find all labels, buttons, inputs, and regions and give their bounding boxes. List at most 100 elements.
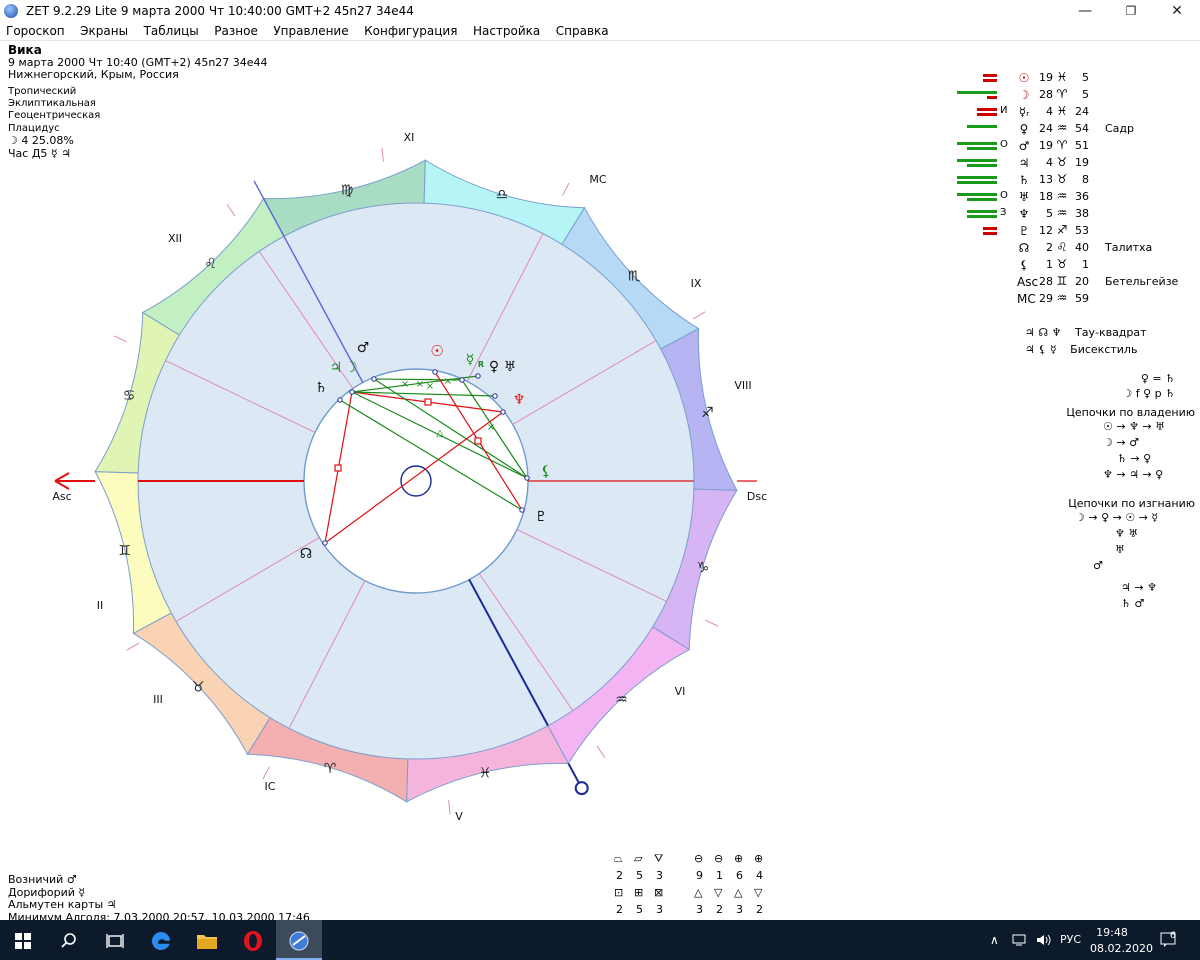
planet-row: MC 29 ♒ 59: [955, 291, 1195, 308]
minimize-button[interactable]: —: [1062, 0, 1108, 22]
house-label: IC: [265, 780, 276, 793]
planet-degree: 18: [1039, 190, 1053, 203]
count-value: 1: [716, 869, 723, 882]
planet-anchor-dot: [475, 373, 481, 379]
house-label: XI: [404, 131, 415, 144]
planet-sign: ♓: [1056, 70, 1068, 84]
count-value: 5: [636, 903, 643, 916]
planet-degree: 4: [1046, 156, 1053, 169]
succedent-icon: ⊞: [634, 886, 644, 899]
clock-date[interactable]: 08.02.2020: [1090, 942, 1153, 955]
natal-chart-wheel[interactable]: ♈♉♊♋♌♍ ♎♏♐♑♒♓XIMCIXVIIIDscVIVICIIIIIAscXI…: [0, 0, 960, 920]
fixed-star: Талитха: [1105, 241, 1153, 254]
chain-item: ☽ → ♂: [1103, 436, 1139, 449]
water-icon: ▽: [754, 886, 763, 899]
dignity-bar: [977, 113, 997, 116]
planet-sign: ♒: [1056, 189, 1068, 203]
count-value: 6: [736, 869, 743, 882]
planet-sign: ♒: [1056, 121, 1068, 135]
dignity-bar: [967, 215, 997, 218]
dignity-bar: [957, 91, 997, 94]
dignity-bar: [957, 181, 997, 184]
cusp-tick: [262, 766, 270, 780]
chains-rule: ☉ → ♆ → ♅ ☽ → ♂ ♄ → ♀ ♆ → ♃ → ♀: [1103, 419, 1195, 483]
planet-glyph: ☿ᵣ: [1018, 105, 1030, 119]
figure-glyphs: ♃ ⚸ ☿: [1025, 343, 1057, 356]
quadrant-icon: ⊕: [754, 852, 764, 865]
planet-degree: 12: [1039, 224, 1053, 237]
zet-icon: [289, 931, 309, 950]
lilith-glyph: ⚸: [541, 462, 552, 480]
opera-taskbar-button[interactable]: [230, 920, 276, 960]
planet-row: ♀ 24 ♒ 54 Садр: [955, 121, 1195, 138]
planet-degree: 5: [1046, 207, 1053, 220]
planet-glyph: ♆: [1018, 207, 1030, 221]
dignity-bar: [957, 193, 997, 196]
planet-glyph: MC: [1017, 292, 1036, 306]
count-value: 9: [696, 869, 703, 882]
node-glyph: ☊: [300, 546, 312, 562]
cardinal-icon: ⏢: [614, 852, 623, 865]
planet-glyph: ♃: [1018, 156, 1030, 170]
earth-center-icon: [400, 465, 432, 497]
planet-glyph: ♄: [1018, 173, 1030, 187]
planet-sign: ♉: [1056, 172, 1068, 186]
dignity-bar: [983, 74, 997, 77]
house-label: V: [455, 810, 463, 823]
language-indicator[interactable]: РУС: [1060, 920, 1081, 960]
quadrant-icon: ⊖: [694, 852, 704, 865]
aspect-figures: ♃ ☊ ♆ Тау-квадрат ♃ ⚸ ☿ Бисекстиль: [1025, 324, 1147, 358]
aspect-symbol: △: [436, 428, 444, 439]
figure-label: Тау-квадрат: [1075, 326, 1147, 339]
figure-label: Бисекстиль: [1070, 343, 1138, 356]
tray-expand-icon[interactable]: ∧: [990, 920, 999, 960]
planet-flag: И: [1000, 105, 1008, 116]
aspect-symbol: ×: [401, 379, 409, 390]
zet-taskbar-button[interactable]: [276, 920, 322, 960]
chains-exile-title: Цепочки по изгнанию: [1068, 497, 1195, 510]
cusp-tick: [381, 147, 384, 162]
volume-icon[interactable]: [1036, 920, 1052, 960]
cadent-icon: ⊠: [654, 886, 664, 899]
explorer-taskbar-button[interactable]: [184, 920, 230, 960]
planet-row: ♄ 13 ♉ 8: [955, 172, 1195, 189]
planet-degree: 28: [1039, 275, 1053, 288]
dignity-bar: [957, 159, 997, 162]
planet-minute: 40: [1075, 241, 1089, 254]
house-label: Asc: [52, 490, 71, 503]
task-view-button[interactable]: [92, 920, 138, 960]
planet-row: ♃ 4 ♉ 19: [955, 155, 1195, 172]
planet-sign: ♓: [1056, 104, 1068, 118]
clock-time[interactable]: 19:48: [1092, 926, 1132, 939]
chain-item: ♆ → ♃ → ♀: [1103, 468, 1164, 481]
close-button[interactable]: ✕: [1154, 0, 1200, 22]
planet-minute: 5: [1082, 88, 1089, 101]
dignity-bar: [983, 232, 997, 235]
count-value: 2: [616, 869, 623, 882]
planet-minute: 38: [1075, 207, 1089, 220]
notifications-button[interactable]: 6: [1160, 920, 1178, 960]
cusp-tick: [705, 619, 719, 627]
planet-anchor-dot: [322, 540, 328, 546]
planet-minute: 1: [1082, 258, 1089, 271]
search-button[interactable]: [46, 920, 92, 960]
pluto-glyph: ♇: [535, 509, 548, 525]
planet-row: ⚸ 1 ♉ 1: [955, 257, 1195, 274]
planet-minute: 59: [1075, 292, 1089, 305]
edge-taskbar-button[interactable]: [138, 920, 184, 960]
planet-row: ♇ 12 ♐ 53: [955, 223, 1195, 240]
planet-degree: 13: [1039, 173, 1053, 186]
maximize-button[interactable]: ❐: [1108, 0, 1154, 22]
count-value: 3: [696, 903, 703, 916]
aspect-figure-row: ♃ ⚸ ☿ Бисекстиль: [1025, 341, 1147, 358]
chain-item: ☽ → ♀ → ☉ → ☿: [1075, 511, 1159, 524]
planet-glyph: Asc: [1017, 275, 1039, 289]
zodiac-sign-glyph: ♊: [118, 543, 131, 559]
dignity-bar: [957, 176, 997, 179]
network-icon[interactable]: [1012, 920, 1028, 960]
venus-saturn-line: ♀ = ♄: [1140, 372, 1175, 385]
taskbar: ∧ РУС 19:48 08.02.2020 6: [0, 920, 1200, 960]
planet-minute: 36: [1075, 190, 1089, 203]
start-button[interactable]: [0, 920, 46, 960]
folder-icon: [197, 934, 217, 949]
